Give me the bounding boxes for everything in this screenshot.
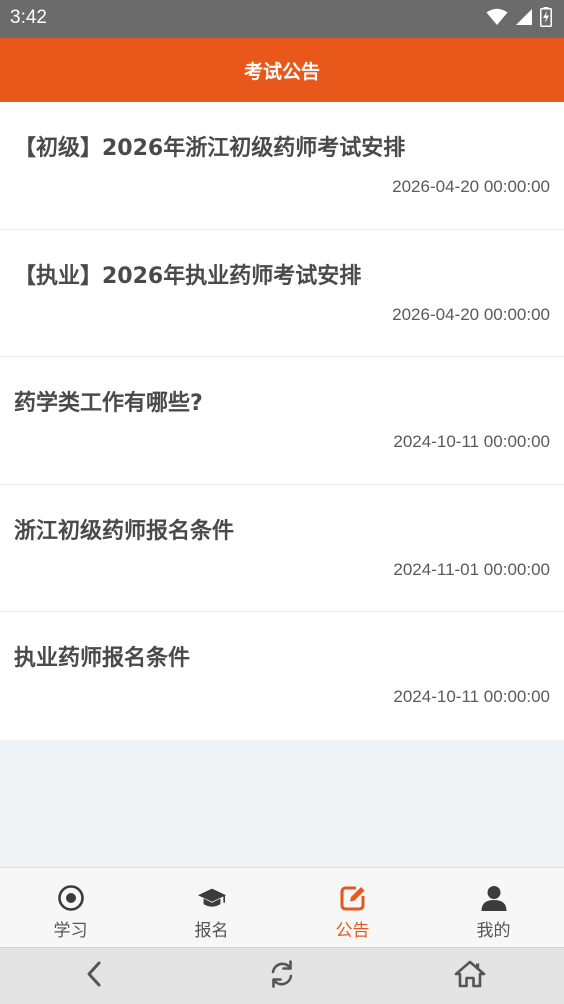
notice-date: 2024-10-11 00:00:00 (393, 687, 550, 707)
notice-title: 执业药师报名条件 (14, 646, 191, 672)
notice-date: 2026-04-20 00:00:00 (392, 177, 550, 196)
refresh-button[interactable] (252, 951, 312, 1001)
edit-icon (338, 884, 368, 912)
home-icon (454, 960, 486, 992)
notice-date: 2024-10-11 00:00:00 (393, 432, 550, 452)
tab-label: 报名 (194, 921, 229, 941)
target-icon (56, 884, 86, 912)
refresh-icon (268, 959, 296, 993)
back-icon (84, 960, 104, 992)
tab-study[interactable]: 学习 (0, 868, 141, 947)
notice-item[interactable]: 浙江初级药师报名条件 2024-11-01 00:00:00 (0, 485, 564, 613)
status-icons (486, 7, 552, 31)
page-title: 考试公告 (243, 60, 320, 83)
graduation-cap-icon (197, 884, 227, 912)
status-bar: 3:42 (0, 0, 564, 38)
person-icon (479, 884, 509, 912)
battery-icon (540, 7, 552, 31)
notice-date: 2024-11-01 00:00:00 (393, 559, 550, 579)
notice-title: 药学类工作有哪些? (14, 391, 203, 417)
tab-label: 学习 (53, 921, 88, 941)
wifi-icon (486, 8, 508, 30)
back-button[interactable] (64, 951, 124, 1001)
tab-signup[interactable]: 报名 (141, 868, 282, 947)
tab-notice[interactable]: 公告 (282, 868, 423, 947)
status-time: 3:42 (10, 7, 47, 28)
notice-item[interactable]: 【执业】2026年执业药师考试安排 2026-04-20 00:00:00 (0, 230, 564, 358)
notice-title: 【初级】2026年浙江初级药师考试安排 (14, 136, 406, 161)
system-nav-bar (0, 947, 564, 1004)
tab-label: 公告 (335, 921, 370, 941)
app-header: 考试公告 (0, 38, 564, 102)
tab-mine[interactable]: 我的 (423, 868, 564, 947)
notice-list: 【初级】2026年浙江初级药师考试安排 2026-04-20 00:00:00 … (0, 102, 564, 740)
notice-title: 【执业】2026年执业药师考试安排 (14, 263, 362, 289)
home-button[interactable] (440, 951, 500, 1001)
notice-title: 浙江初级药师报名条件 (14, 518, 235, 544)
notice-date: 2026-04-20 00:00:00 (392, 304, 550, 324)
notice-item[interactable]: 【初级】2026年浙江初级药师考试安排 2026-04-20 00:00:00 (0, 102, 564, 230)
signal-icon (515, 8, 533, 30)
notice-item[interactable]: 药学类工作有哪些? 2024-10-11 00:00:00 (0, 357, 564, 485)
notice-item[interactable]: 执业药师报名条件 2024-10-11 00:00:00 (0, 612, 564, 740)
bottom-tab-bar: 学习 报名 公告 我的 (0, 867, 564, 947)
tab-label: 我的 (476, 921, 511, 941)
